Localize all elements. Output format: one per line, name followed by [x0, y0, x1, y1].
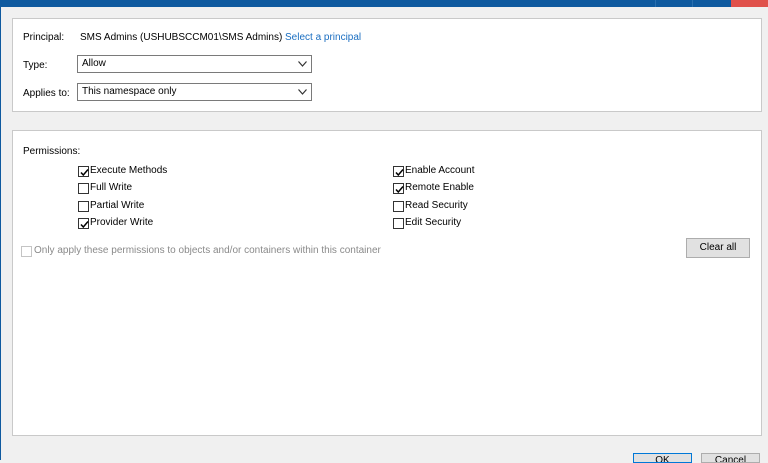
type-select[interactable]: Allow	[77, 55, 312, 73]
enable-account-label: Enable Account	[405, 165, 475, 176]
ok-button[interactable]: OK	[633, 453, 692, 463]
window-border	[0, 7, 1, 460]
check-icon	[395, 169, 404, 177]
execute-methods-checkbox[interactable]	[78, 166, 89, 177]
read-security-label: Read Security	[405, 200, 468, 211]
read-security-checkbox[interactable]	[393, 201, 404, 212]
applies-to-label: Applies to:	[23, 88, 70, 99]
select-principal-link[interactable]: Select a principal	[285, 32, 361, 43]
close-button[interactable]	[731, 0, 768, 7]
enable-account-checkbox[interactable]	[393, 166, 404, 177]
remote-enable-checkbox[interactable]	[393, 183, 404, 194]
type-label: Type:	[23, 60, 48, 71]
only-apply-label: Only apply these permissions to objects …	[34, 245, 381, 256]
check-icon	[80, 169, 89, 177]
provider-write-label: Provider Write	[90, 217, 154, 228]
check-icon	[80, 221, 89, 229]
provider-write-checkbox[interactable]	[78, 218, 89, 229]
maximize-button[interactable]	[692, 0, 729, 7]
principal-label: Principal:	[23, 32, 65, 43]
title-bar	[0, 0, 768, 7]
only-apply-checkbox[interactable]	[21, 246, 32, 257]
full-write-label: Full Write	[90, 182, 133, 193]
chevron-down-icon	[298, 89, 307, 95]
full-write-checkbox[interactable]	[78, 183, 89, 194]
partial-write-label: Partial Write	[90, 200, 145, 211]
applies-to-select-value: This namespace only	[82, 86, 177, 97]
edit-security-label: Edit Security	[405, 217, 462, 228]
edit-security-checkbox[interactable]	[393, 218, 404, 229]
minimize-button[interactable]	[655, 0, 692, 7]
execute-methods-label: Execute Methods	[90, 165, 168, 176]
principal-value: SMS Admins (USHUBSCCM01\SMS Admins)	[80, 32, 283, 43]
type-select-value: Allow	[82, 58, 106, 69]
remote-enable-label: Remote Enable	[405, 182, 474, 193]
applies-to-select[interactable]: This namespace only	[77, 83, 312, 101]
chevron-down-icon	[298, 61, 307, 67]
cancel-button[interactable]: Cancel	[701, 453, 760, 463]
partial-write-checkbox[interactable]	[78, 201, 89, 212]
permissions-label: Permissions:	[23, 146, 81, 157]
check-icon	[395, 186, 404, 194]
clear-all-button[interactable]: Clear all	[686, 238, 750, 258]
